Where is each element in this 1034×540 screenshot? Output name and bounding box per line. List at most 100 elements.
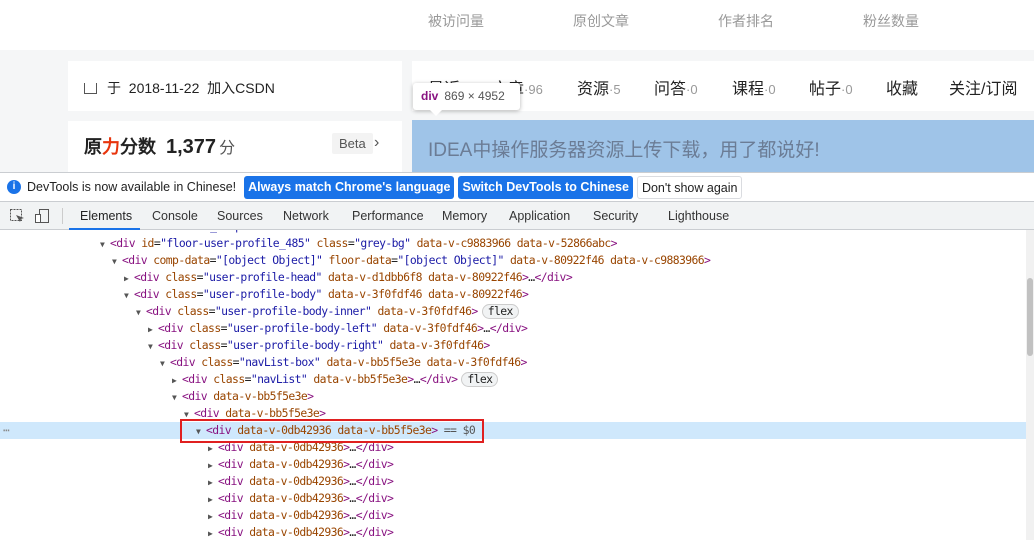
nav-item[interactable]: 收藏 xyxy=(886,75,918,99)
collapse-arrow-icon[interactable]: ▼ xyxy=(172,389,182,406)
infobar-message: DevTools is now available in Chinese! xyxy=(27,180,237,194)
dom-node-row[interactable]: ▶ <div data-v-0db42936>…</div> xyxy=(0,507,1026,524)
tab-application[interactable]: Application xyxy=(509,209,570,223)
node-code: <div class="user-profile-head" data-v-d1… xyxy=(134,270,573,284)
devtools-infobar: i DevTools is now available in Chinese! … xyxy=(0,172,1034,201)
tab-performance[interactable]: Performance xyxy=(352,209,424,223)
collapse-arrow-icon[interactable]: ▼ xyxy=(148,338,158,355)
node-code: <div class="user-profile-body-inner" dat… xyxy=(146,304,478,318)
element-tooltip: div 869 × 4952 xyxy=(413,83,520,116)
score-title: 原力分数 xyxy=(84,137,156,157)
switch-to-chinese-button[interactable]: Switch DevTools to Chinese xyxy=(458,175,633,199)
stat-rank: 作者排名 xyxy=(718,13,774,29)
join-date: 2018-11-22 xyxy=(128,80,200,96)
expand-arrow-icon[interactable]: ▶ xyxy=(208,491,218,508)
join-date-card: 于 2018-11-22 加入CSDN xyxy=(68,61,402,111)
tab-sources[interactable]: Sources xyxy=(217,209,263,223)
always-match-language-button[interactable]: Always match Chrome's language xyxy=(244,175,455,199)
collapse-arrow-icon[interactable]: ▼ xyxy=(160,355,170,372)
device-toolbar-icon[interactable] xyxy=(34,208,50,224)
expand-arrow-icon[interactable]: ▶ xyxy=(208,525,218,540)
node-code: <div class="user-profile-body" data-v-3f… xyxy=(134,287,529,301)
collapse-arrow-icon[interactable]: ▼ xyxy=(124,287,134,304)
flex-badge[interactable]: flex xyxy=(481,304,519,319)
stat-fans: 粉丝数量 xyxy=(863,13,919,29)
tab-elements[interactable]: Elements xyxy=(80,209,132,223)
collapse-arrow-icon[interactable]: ▼ xyxy=(100,236,110,253)
stat-articles: 原创文章 xyxy=(573,13,629,29)
collapse-arrow-icon[interactable]: ▼ xyxy=(136,304,146,321)
info-icon: i xyxy=(7,180,21,194)
dom-node-row[interactable]: ▼ <div class="user-profile-body-right" da… xyxy=(0,337,1026,354)
dom-node-row[interactable]: ▶ <div data-v-0db42936>…</div> xyxy=(0,439,1026,456)
tab-console[interactable]: Console xyxy=(152,209,198,223)
dom-node-row[interactable]: ▶ <div class="user-profile-body-left" dat… xyxy=(0,320,1026,337)
inspect-element-icon[interactable] xyxy=(9,208,25,224)
dom-node-row[interactable]: ▶ <div data-v-0db42936>…</div> xyxy=(0,473,1026,490)
dom-node-row[interactable]: ▼ <div data-v-bb5f5e3e> xyxy=(0,405,1026,422)
nav-item[interactable]: 课程·0 xyxy=(732,75,776,99)
node-code: <div data-v-0db42936>…</div> xyxy=(218,457,394,471)
webpage: 被访问量 原创文章 作者排名 粉丝数量 于 2018-11-22 加入CSDN … xyxy=(0,0,1034,172)
node-code: <div class="navList" data-v-bb5f5e3e>…</… xyxy=(182,372,458,386)
score-value: 1,377 xyxy=(166,136,217,158)
dont-show-again-button[interactable]: Don't show again xyxy=(636,175,743,199)
tab-lighthouse[interactable]: Lighthouse xyxy=(668,209,729,223)
score-unit: 分 xyxy=(219,140,236,157)
expand-arrow-icon[interactable]: ▶ xyxy=(148,321,158,338)
node-code: <div comp-data="[object Object]" floor-d… xyxy=(122,253,711,267)
join-prefix: 于 xyxy=(107,80,121,96)
score-card[interactable]: 原力分数 1,377 分 Beta › xyxy=(68,121,402,172)
elements-tree: <div class="home_wrap" data-v-52866abc>▼… xyxy=(0,230,1026,540)
expand-arrow-icon[interactable]: ▶ xyxy=(208,508,218,525)
node-code: <div data-v-0db42936>…</div> xyxy=(218,525,394,539)
divider xyxy=(62,208,63,224)
more-options-icon[interactable]: ⋯ xyxy=(3,422,10,439)
calendar-icon xyxy=(84,83,97,94)
dom-node-row[interactable]: ▼ <div class="user-profile-body-inner" da… xyxy=(0,303,1026,320)
node-code: <div class="user-profile-body-right" dat… xyxy=(158,338,490,352)
tab-memory[interactable]: Memory xyxy=(442,209,487,223)
dom-node-row[interactable]: ▼ <div data-v-bb5f5e3e> xyxy=(0,388,1026,405)
dom-node-row[interactable]: ▶ <div data-v-0db42936>…</div> xyxy=(0,490,1026,507)
node-code: <div data-v-bb5f5e3e> xyxy=(194,406,326,420)
tab-security[interactable]: Security xyxy=(593,209,638,223)
node-code: <div class="navList-box" data-v-bb5f5e3e… xyxy=(170,355,527,369)
dom-node-row[interactable]: ▼ <div id="floor-user-profile_485" class=… xyxy=(0,235,1026,252)
dom-node-row[interactable]: ▼ <div comp-data="[object Object]" floor-… xyxy=(0,252,1026,269)
node-code: <div class="home_wrap" data-v-52866abc> xyxy=(110,230,355,233)
join-suffix: 加入CSDN xyxy=(207,80,275,96)
tab-network[interactable]: Network xyxy=(283,209,329,223)
selected-node-outline xyxy=(180,419,484,443)
highlighted-element: IDEA中操作服务器资源上传下载，用了都说好! xyxy=(412,120,1034,172)
flex-badge[interactable]: flex xyxy=(461,372,499,387)
selected-dom-node[interactable]: ⋯ ▼ <div data-v-0db42936 data-v-bb5f5e3e> … xyxy=(0,422,1026,439)
beta-badge: Beta xyxy=(332,133,373,154)
node-code: <div data-v-0db42936>…</div> xyxy=(218,474,394,488)
expand-arrow-icon[interactable]: ▶ xyxy=(124,270,134,287)
devtools-tabbar: Elements Console Sources Network Perform… xyxy=(0,201,1034,230)
dom-node-row[interactable]: ▶ <div class="navList" data-v-bb5f5e3e>…<… xyxy=(0,371,1026,388)
scrollbar-thumb[interactable] xyxy=(1027,278,1033,356)
node-code: <div data-v-0db42936>…</div> xyxy=(218,491,394,505)
node-code: <div id="floor-user-profile_485" class="… xyxy=(110,236,618,250)
nav-item[interactable]: 帖子·0 xyxy=(809,75,853,99)
dom-node-row[interactable]: ▶ <div data-v-0db42936>…</div> xyxy=(0,524,1026,540)
node-code: <div class="user-profile-body-left" data… xyxy=(158,321,528,335)
scrollbar[interactable] xyxy=(1026,230,1034,540)
chevron-right-icon[interactable]: › xyxy=(374,134,379,152)
node-code: <div data-v-0db42936>…</div> xyxy=(218,508,394,522)
nav-item[interactable]: 问答·0 xyxy=(654,75,698,99)
nav-item[interactable]: 关注/订阅 xyxy=(949,75,1017,99)
dom-node-row[interactable]: ▶ <div data-v-0db42936>…</div> xyxy=(0,456,1026,473)
stat-visits: 被访问量 xyxy=(428,13,484,29)
collapse-arrow-icon[interactable]: ▼ xyxy=(112,253,122,270)
dom-node-row[interactable]: ▶ <div class="user-profile-head" data-v-d… xyxy=(0,269,1026,286)
dom-node-row[interactable]: ▼ <div class="navList-box" data-v-bb5f5e3… xyxy=(0,354,1026,371)
dom-node-row[interactable]: ▼ <div class="user-profile-body" data-v-3… xyxy=(0,286,1026,303)
stats-bar: 被访问量 原创文章 作者排名 粉丝数量 xyxy=(0,0,1034,50)
expand-arrow-icon[interactable]: ▶ xyxy=(208,457,218,474)
expand-arrow-icon[interactable]: ▶ xyxy=(208,474,218,491)
expand-arrow-icon[interactable]: ▶ xyxy=(172,372,182,389)
nav-item[interactable]: 资源·5 xyxy=(577,75,621,99)
